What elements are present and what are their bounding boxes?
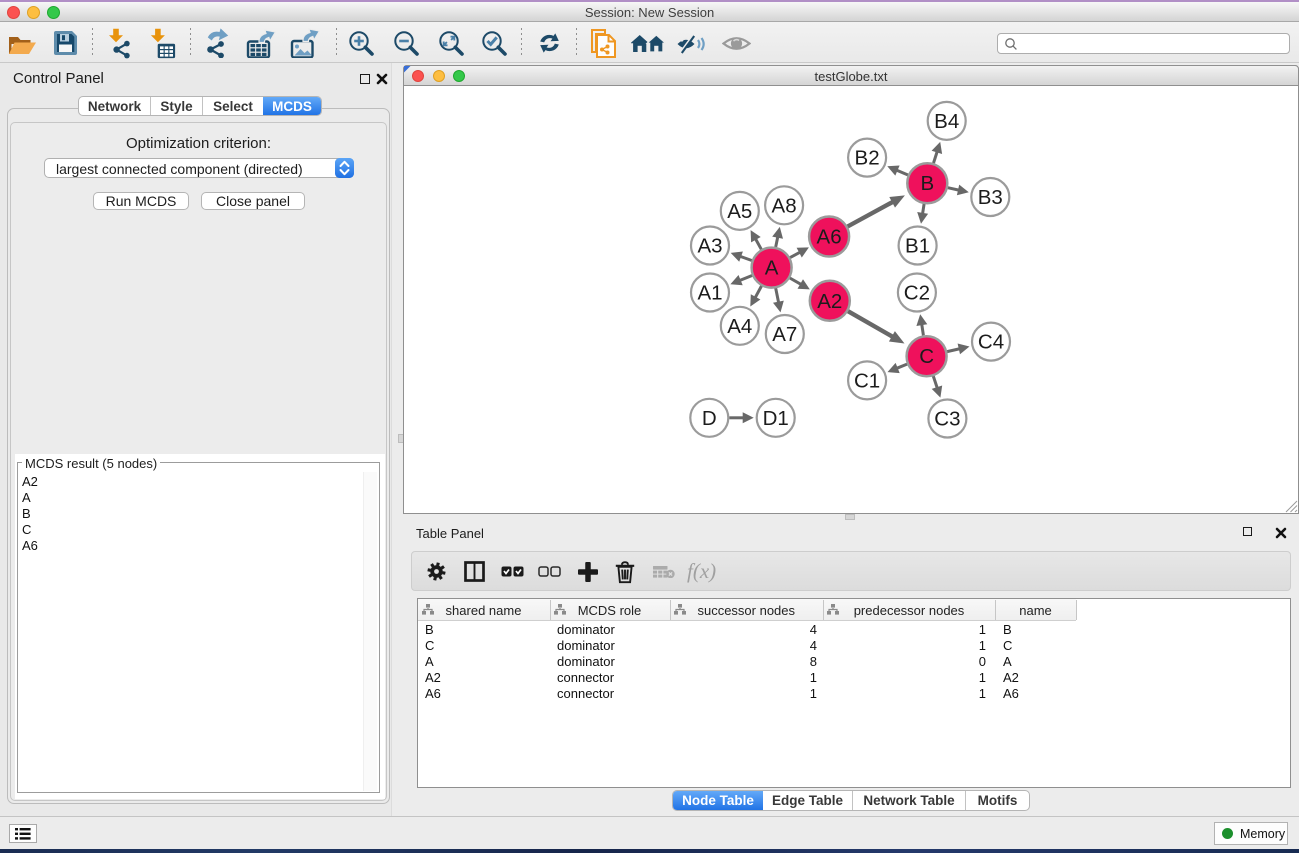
svg-text:B1: B1 (905, 235, 930, 258)
svg-text:A8: A8 (772, 194, 797, 217)
svg-text:A4: A4 (727, 315, 752, 338)
svg-text:C4: C4 (978, 331, 1004, 354)
svg-text:D: D (702, 407, 717, 430)
svg-text:A6: A6 (817, 226, 842, 249)
svg-text:A5: A5 (727, 200, 752, 223)
svg-text:B2: B2 (855, 147, 880, 170)
svg-text:B3: B3 (978, 186, 1003, 209)
svg-text:C: C (919, 345, 934, 368)
svg-text:C2: C2 (904, 282, 930, 305)
svg-text:C3: C3 (934, 408, 960, 431)
svg-text:D1: D1 (763, 407, 789, 430)
svg-text:A7: A7 (772, 323, 797, 346)
svg-text:A1: A1 (697, 282, 722, 305)
svg-text:A2: A2 (817, 290, 842, 313)
svg-text:A3: A3 (697, 235, 722, 258)
svg-text:A: A (765, 257, 779, 280)
svg-text:B: B (920, 172, 934, 195)
svg-text:B4: B4 (934, 110, 959, 133)
svg-text:C1: C1 (854, 369, 880, 392)
